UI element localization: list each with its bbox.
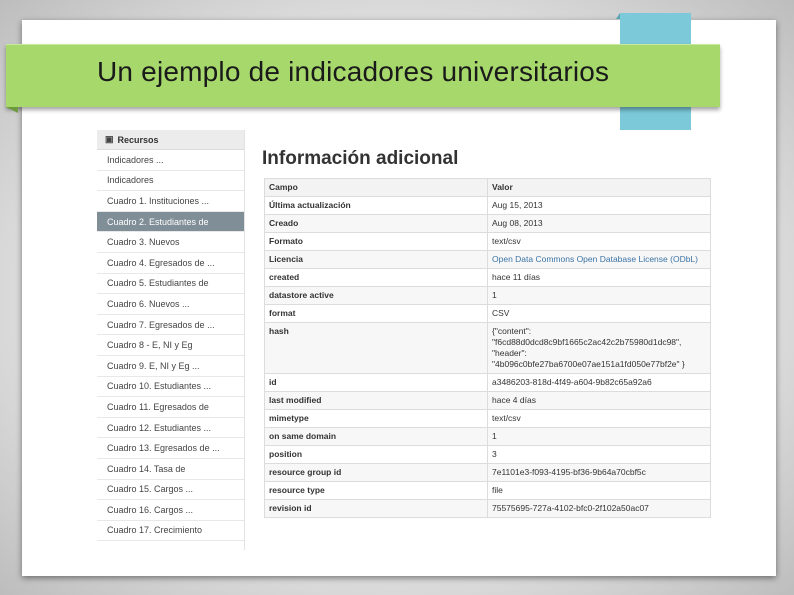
sidebar-list: Indicadores ... Indicadores Cuadro 1. Inst…	[97, 150, 244, 542]
field-cell: resource group id	[264, 463, 488, 482]
sidebar-item[interactable]: Cuadro 13. Egresados de ...	[97, 438, 244, 459]
value-cell: text/csv	[487, 232, 711, 251]
license-link[interactable]: Open Data Commons Open Database License …	[487, 250, 711, 269]
value-cell: 7e1101e3-f093-4195-bf36-9b64a70cbf5c	[487, 463, 711, 482]
sidebar-item[interactable]: Cuadro 6. Nuevos ...	[97, 294, 244, 315]
value-cell: {"content": "f6cd88d0dcd8c9bf1665c2ac42c…	[487, 322, 711, 374]
dataset-screenshot: ▣ Recursos Indicadores ... Indicadores Cua…	[97, 130, 715, 550]
sidebar-item[interactable]: Cuadro 9. E, NI y Eg ...	[97, 356, 244, 377]
sidebar-item[interactable]: Cuadro 5. Estudiantes de	[97, 274, 244, 295]
table-row: revision id 75575695-727a-4102-bfc0-2f102…	[264, 499, 711, 518]
slide-title: Un ejemplo de indicadores universitarios	[97, 56, 610, 87]
table-row: Formato text/csv	[264, 232, 711, 251]
field-cell: resource type	[264, 481, 488, 500]
field-cell: Creado	[264, 214, 488, 233]
table-row: created hace 11 días	[264, 268, 711, 287]
value-cell: file	[487, 481, 711, 500]
sidebar-item[interactable]: Cuadro 4. Egresados de ...	[97, 253, 244, 274]
table-row: Licencia Open Data Commons Open Database …	[264, 250, 711, 269]
value-cell: 75575695-727a-4102-bfc0-2f102a50ac07	[487, 499, 711, 518]
field-cell: format	[264, 304, 488, 323]
sidebar-item[interactable]: Cuadro 10. Estudiantes ...	[97, 377, 244, 398]
info-table: Campo Valor Última actualización Aug 15, …	[264, 178, 711, 518]
value-cell: hace 11 días	[487, 268, 711, 287]
column-header-value: Valor	[487, 178, 711, 197]
value-cell: Aug 08, 2013	[487, 214, 711, 233]
value-cell: text/csv	[487, 409, 711, 428]
sidebar-item[interactable]: Cuadro 14. Tasa de	[97, 459, 244, 480]
field-cell: revision id	[264, 499, 488, 518]
sidebar-item[interactable]: Cuadro 16. Cargos ...	[97, 500, 244, 521]
main-panel: Información adicional Campo Valor Última…	[262, 130, 712, 550]
sidebar-header: ▣ Recursos	[97, 130, 244, 150]
sidebar-item[interactable]: Cuadro 1. Instituciones ...	[97, 191, 244, 212]
sidebar-item[interactable]: Indicadores	[97, 171, 244, 192]
field-cell: hash	[264, 322, 488, 374]
column-header-field: Campo	[264, 178, 488, 197]
table-row: resource type file	[264, 481, 711, 500]
value-cell: Aug 15, 2013	[487, 196, 711, 215]
table-row: position 3	[264, 445, 711, 464]
sidebar-item[interactable]: Cuadro 12. Estudiantes ...	[97, 418, 244, 439]
resources-sidebar: ▣ Recursos Indicadores ... Indicadores Cua…	[97, 130, 245, 550]
table-body: Última actualización Aug 15, 2013 Creado Au…	[264, 196, 711, 518]
value-cell: 1	[487, 427, 711, 446]
table-row: resource group id 7e1101e3-f093-4195-bf36…	[264, 463, 711, 482]
field-cell: mimetype	[264, 409, 488, 428]
value-cell: hace 4 días	[487, 391, 711, 410]
field-cell: datastore active	[264, 286, 488, 305]
sidebar-item[interactable]: Cuadro 15. Cargos ...	[97, 480, 244, 501]
field-cell: id	[264, 373, 488, 392]
sidebar-header-label: Recursos	[117, 134, 159, 145]
value-cell: 3	[487, 445, 711, 464]
table-row: hash {"content": "f6cd88d0dcd8c9bf1665c2a…	[264, 322, 711, 374]
sidebar-item[interactable]: Cuadro 17. Crecimiento	[97, 521, 244, 542]
table-row: Última actualización Aug 15, 2013	[264, 196, 711, 215]
table-row: id a3486203-818d-4f49-a604-9b82c65a92a6	[264, 373, 711, 392]
sidebar-item[interactable]: Cuadro 3. Nuevos	[97, 232, 244, 253]
field-cell: Licencia	[264, 250, 488, 269]
folder-icon: ▣	[105, 134, 114, 144]
table-row: datastore active 1	[264, 286, 711, 305]
value-cell: CSV	[487, 304, 711, 323]
sidebar-item[interactable]: Cuadro 7. Egresados de ...	[97, 315, 244, 336]
table-row: last modified hace 4 días	[264, 391, 711, 410]
sidebar-item[interactable]: Cuadro 8 - E, NI y Eg	[97, 335, 244, 356]
table-row: on same domain 1	[264, 427, 711, 446]
sidebar-item[interactable]: Indicadores ...	[97, 150, 244, 171]
table-row: format CSV	[264, 304, 711, 323]
field-cell: on same domain	[264, 427, 488, 446]
field-cell: last modified	[264, 391, 488, 410]
value-cell: 1	[487, 286, 711, 305]
sidebar-item[interactable]: Cuadro 11. Egresados de	[97, 397, 244, 418]
field-cell: Última actualización	[264, 196, 488, 215]
field-cell: created	[264, 268, 488, 287]
field-cell: position	[264, 445, 488, 464]
table-row: Creado Aug 08, 2013	[264, 214, 711, 233]
table-header-row: Campo Valor	[264, 178, 711, 197]
field-cell: Formato	[264, 232, 488, 251]
value-cell: a3486203-818d-4f49-a604-9b82c65a92a6	[487, 373, 711, 392]
page-heading: Información adicional	[262, 148, 459, 169]
table-row: mimetype text/csv	[264, 409, 711, 428]
sidebar-item[interactable]: Cuadro 2. Estudiantes de	[97, 211, 244, 233]
